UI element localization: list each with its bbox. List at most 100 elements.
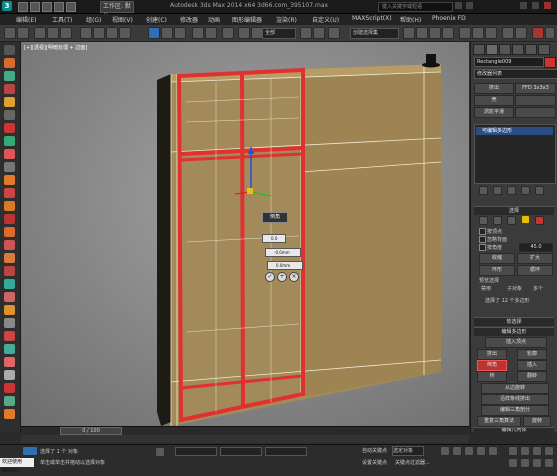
zoom-icon[interactable] [508,446,518,456]
previous-frame-icon[interactable] [452,446,462,456]
plugin-tool-icon[interactable] [4,279,15,289]
go-to-end-icon[interactable] [488,446,498,456]
select-move-icon[interactable] [148,27,160,39]
plugin-tool-icon[interactable] [4,71,15,81]
caddy-apply-icon[interactable]: + [277,272,287,282]
shrink-button[interactable]: 收缩 [479,253,515,264]
edit-geometry-rollout-header[interactable]: 编辑几何体 [474,427,554,432]
plugin-tool-icon[interactable] [4,201,15,211]
menu-modifiers[interactable]: 修改器 [180,15,198,24]
redo-icon[interactable] [66,2,76,12]
percent-snap-icon[interactable] [300,27,312,39]
link-icon[interactable] [34,27,46,39]
remove-modifier-icon[interactable] [521,186,530,195]
autokey-button[interactable]: 自动关键点 [362,447,387,454]
plugin-tool-icon[interactable] [4,344,15,354]
stack-item-editable-poly[interactable]: 可编辑多边形 [476,127,553,135]
selection-rollout-header[interactable]: 选择 [474,206,554,215]
create-tab-icon[interactable] [473,44,485,55]
rect-selection-icon[interactable] [106,27,118,39]
plugin-tool-icon[interactable] [4,188,15,198]
redo-tool-icon[interactable] [17,27,29,39]
render-iterative-icon[interactable] [545,27,555,39]
caddy-cancel-icon[interactable]: × [289,272,299,282]
new-file-icon[interactable] [18,2,28,12]
empty-modifier-button[interactable] [515,107,556,118]
reference-coord-icon[interactable] [192,27,204,39]
object-color-swatch[interactable] [544,57,556,68]
window-crossing-icon[interactable] [119,27,131,39]
close-button[interactable] [544,2,551,9]
angle-spinner[interactable]: 45.0 [519,243,553,252]
ffd-modifier-button[interactable]: FFD 3x3x3 [515,83,556,94]
selected-object-select[interactable]: 选定对象 [392,446,424,456]
named-selection-select[interactable]: 创建选择集 [350,28,399,39]
plugin-tool-icon[interactable] [4,253,15,263]
preview-subobject-radio[interactable]: 子对象 [507,285,522,292]
curve-editor-icon[interactable] [459,27,471,39]
select-by-name-icon[interactable] [93,27,105,39]
layer-manager-icon[interactable] [429,27,441,39]
pivot-center-icon[interactable] [205,27,217,39]
plugin-tool-icon[interactable] [4,136,15,146]
plugin-tool-icon[interactable] [4,214,15,224]
modifier-list-select[interactable]: 修改器列表 [474,69,557,79]
plugin-tool-icon[interactable] [4,318,15,328]
plugin-tool-icon[interactable] [4,331,15,341]
z-coordinate-field[interactable] [265,447,307,456]
outline-button[interactable]: 轮廓 [517,349,547,360]
flip-button[interactable]: 翻转 [517,371,547,382]
undo-tool-icon[interactable] [4,27,16,39]
spinner-snap-icon[interactable] [313,27,325,39]
track-bar[interactable] [21,435,469,443]
hinge-from-edge-button[interactable]: 从边旋转 [481,383,549,394]
select-scale-icon[interactable] [174,27,186,39]
snaps-toggle-icon[interactable] [238,27,250,39]
menu-phoenix-fd[interactable]: Phoenix FD [432,15,466,22]
soft-selection-rollout-header[interactable]: 软选择 [474,317,554,326]
plugin-tool-icon[interactable] [4,305,15,315]
next-frame-icon[interactable] [476,446,486,456]
menu-edit[interactable]: 编辑(E) [16,15,36,24]
selection-filter-select[interactable]: 全部 [262,28,296,39]
edit-triangulation-button[interactable]: 编辑三角剖分 [481,405,549,416]
preview-multi-radio[interactable]: 多个 [533,285,543,292]
plugin-tool-icon[interactable] [4,97,15,107]
insert-vertex-button[interactable]: 插入顶点 [485,337,547,348]
zoom-all-icon[interactable] [520,446,530,456]
plugin-tool-icon[interactable] [4,123,15,133]
save-file-icon[interactable] [42,2,52,12]
retriangulate-button[interactable]: 重复三角算法 [477,416,521,427]
ring-button[interactable]: 环形 [479,265,515,276]
menu-rendering[interactable]: 渲染(R) [276,15,297,24]
viewport-layout-icon[interactable] [22,446,38,456]
plugin-tool-icon[interactable] [4,58,15,68]
polygon-mode-icon[interactable] [521,215,530,224]
maxscript-listener[interactable]: 欢迎使用 MAXSc [0,458,34,474]
caddy-ok-icon[interactable]: ✓ [265,272,275,282]
x-coordinate-field[interactable] [175,447,217,456]
setkey-button[interactable]: 设置关键点 [362,459,387,466]
menu-customize[interactable]: 自定义(U) [312,15,339,24]
shell-modifier-button[interactable]: 壳 [474,95,514,106]
select-rotate-icon[interactable] [161,27,173,39]
bind-space-warp-icon[interactable] [60,27,72,39]
motion-tab-icon[interactable] [512,44,524,55]
plugin-tool-icon[interactable] [4,409,15,419]
search-icon[interactable] [455,2,462,9]
maximize-button[interactable] [532,2,539,9]
menu-graph-editors[interactable]: 图形编辑器 [232,15,262,24]
render-production-icon[interactable] [532,27,544,39]
edit-named-selection-icon[interactable] [328,27,340,39]
display-tab-icon[interactable] [525,44,537,55]
plugin-tool-icon[interactable] [4,110,15,120]
minimize-button[interactable] [520,2,527,9]
select-object-icon[interactable] [80,27,92,39]
workspace-select[interactable]: 工作区: 默认 [100,1,134,20]
caddy-amount-field[interactable]: 0.0mm [267,261,303,270]
play-icon[interactable] [464,446,474,456]
menu-group[interactable]: 组(G) [86,15,101,24]
caddy-outline-field[interactable]: -0.0mm [265,248,301,257]
plugin-tool-icon[interactable] [4,266,15,276]
plugin-tool-icon[interactable] [4,383,15,393]
